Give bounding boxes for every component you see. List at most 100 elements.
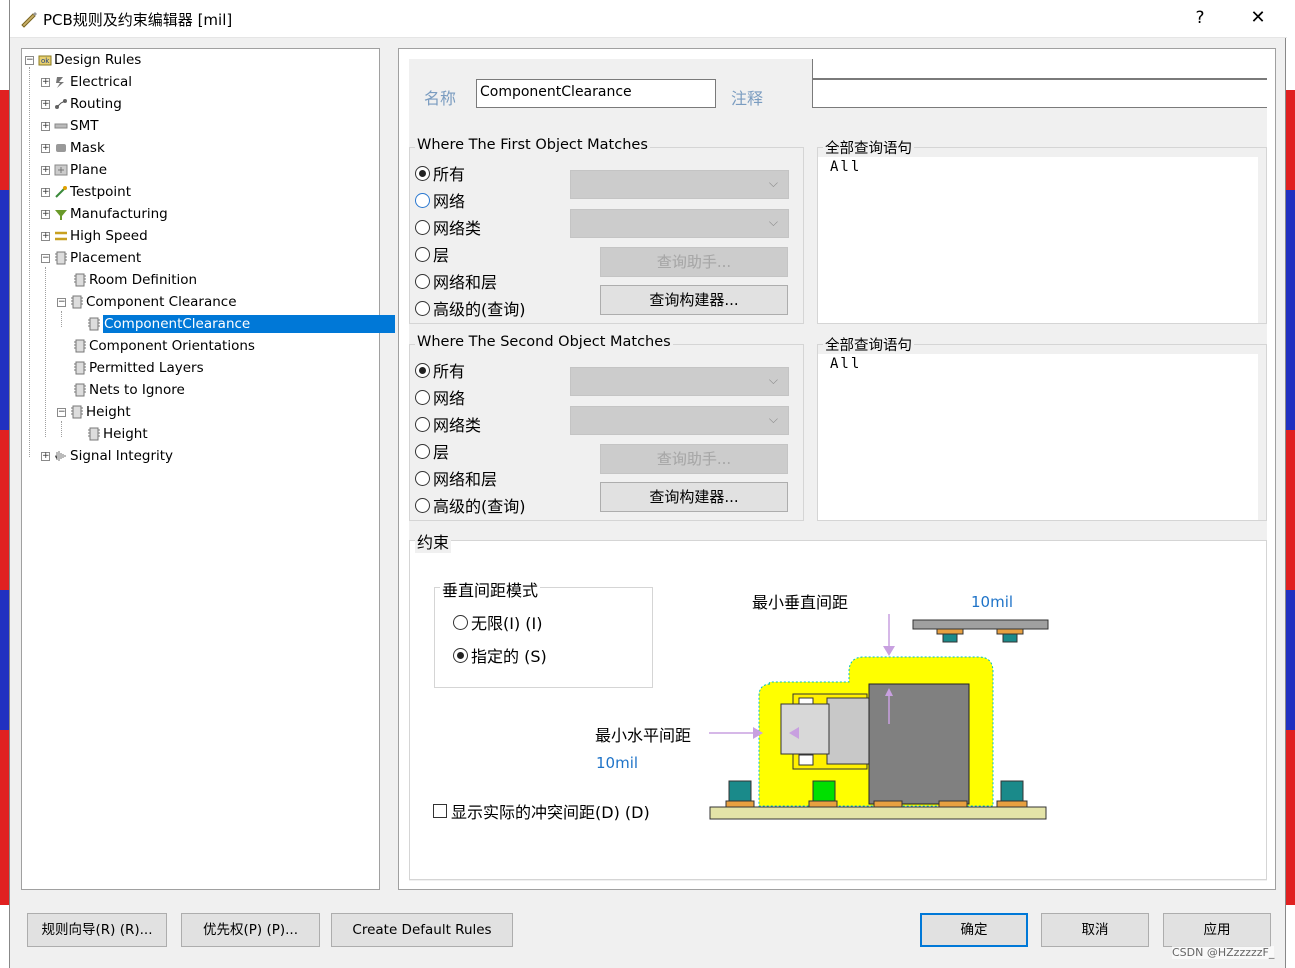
mask-icon (56, 144, 66, 152)
rule-detail-panel: 名称 ComponentClearance 注释 Where The First… (398, 48, 1276, 890)
constraints-title: 约束 (415, 529, 452, 553)
radio-circle (415, 497, 430, 513)
svg-text:ok: ok (41, 57, 50, 65)
chevron-down-icon: ⌵ (768, 373, 778, 387)
radio-circle (415, 416, 430, 432)
first-query-title: 全部查询语句 (823, 137, 914, 158)
radio-circle (453, 614, 468, 630)
tree-item-room-definition[interactable]: Room Definition (73, 270, 197, 290)
signal-integrity-icon (55, 451, 66, 461)
help-button[interactable]: ? (1190, 8, 1210, 28)
component-rule-icon (74, 339, 86, 353)
tree-item-signal-integrity[interactable]: + Signal Integrity (41, 446, 173, 466)
component-rule-icon (71, 405, 83, 419)
unique-id-field (812, 59, 1267, 79)
checkbox-box (433, 804, 447, 818)
comment-label: 注释 (731, 89, 764, 108)
tree-item-component-clearance[interactable]: − Component Clearance (57, 292, 237, 312)
rule-wizard-button[interactable]: 规则向导(R) (R)... (27, 913, 167, 947)
ok-button[interactable]: 确定 (920, 913, 1028, 947)
radio-circle (415, 470, 430, 486)
tree-item-plane[interactable]: + Plane (41, 160, 107, 180)
plane-icon (54, 164, 68, 176)
apply-button[interactable]: 应用 (1163, 913, 1271, 947)
min-horizontal-value[interactable]: 10mil (596, 754, 638, 772)
design-rules-icon: ok (38, 55, 52, 66)
first-radio-all[interactable]: 所有 (415, 162, 465, 184)
second-net-combo[interactable]: ⌵ (570, 367, 789, 396)
tree-item-mask[interactable]: + Mask (41, 138, 105, 158)
tree-item-smt[interactable]: + SMT (41, 116, 98, 136)
name-label: 名称 (424, 89, 457, 108)
rules-editor-dialog: PCB规则及约束编辑器 [mil] ? ✕ − ok Design Rules … (9, 0, 1287, 968)
first-query-text[interactable]: All (818, 157, 1258, 323)
component-rule-icon (74, 383, 86, 397)
tree-item-height[interactable]: − Height (57, 402, 131, 422)
watermark: CSDN @HZzzzzzF_ (1172, 946, 1275, 959)
clearance-diagram (709, 614, 1049, 820)
radio-circle (415, 219, 430, 235)
radio-circle (415, 246, 430, 262)
create-default-rules-button[interactable]: Create Default Rules (331, 913, 513, 947)
cancel-button[interactable]: 取消 (1041, 913, 1149, 947)
first-radio-net-and-layer[interactable]: 网络和层 (415, 270, 497, 292)
radio-circle (415, 273, 430, 289)
name-field[interactable]: ComponentClearance (476, 79, 716, 108)
mode-radio-infinite[interactable]: 无限(I) (I) (453, 611, 543, 633)
smt-icon (54, 123, 68, 129)
second-radio-net[interactable]: 网络 (415, 386, 465, 408)
tree-item-height-rule[interactable]: Height (87, 424, 148, 444)
testpoint-icon (55, 186, 67, 198)
first-netclass-combo[interactable]: ⌵ (570, 209, 789, 238)
tree-item-high-speed[interactable]: + High Speed (41, 226, 148, 246)
second-radio-net-and-layer[interactable]: 网络和层 (415, 467, 497, 489)
first-radio-layer[interactable]: 层 (415, 243, 449, 265)
first-radio-net[interactable]: 网络 (415, 189, 465, 211)
priorities-button[interactable]: 优先权(P) (P)... (181, 913, 320, 947)
rule-detail-inner: 名称 ComponentClearance 注释 Where The First… (409, 59, 1267, 881)
second-query-text[interactable]: All (818, 354, 1258, 520)
radio-circle (415, 300, 430, 316)
second-radio-netclass[interactable]: 网络类 (415, 413, 481, 435)
close-button[interactable]: ✕ (1246, 7, 1270, 28)
tree-item-electrical[interactable]: + Electrical (41, 72, 132, 92)
tree-item-nets-to-ignore[interactable]: Nets to Ignore (73, 380, 185, 400)
first-query-helper-button[interactable]: 查询助手... (600, 247, 788, 277)
placement-icon (55, 251, 67, 265)
routing-icon (55, 99, 67, 109)
component-rule-icon (88, 317, 100, 331)
second-netclass-combo[interactable]: ⌵ (570, 406, 789, 435)
second-radio-all[interactable]: 所有 (415, 359, 465, 381)
first-net-combo[interactable]: ⌵ (570, 170, 789, 199)
second-query-builder-button[interactable]: 查询构建器... (600, 482, 788, 512)
tree-item-permitted-layers[interactable]: Permitted Layers (73, 358, 204, 378)
component-rule-icon (71, 295, 83, 309)
show-actual-checkbox[interactable]: 显示实际的冲突间距(D) (D) (433, 800, 650, 822)
first-radio-advanced[interactable]: 高级的(查询) (415, 297, 526, 319)
high-speed-icon (55, 231, 67, 241)
min-vertical-label: 最小垂直间距 (752, 593, 849, 612)
tree-item-routing[interactable]: + Routing (41, 94, 122, 114)
chevron-down-icon: ⌵ (768, 215, 778, 229)
tree-item-component-orientations[interactable]: Component Orientations (73, 336, 255, 356)
second-query-helper-button[interactable]: 查询助手... (600, 444, 788, 474)
tree-item-testpoint[interactable]: + Testpoint (41, 182, 131, 202)
min-vertical-value[interactable]: 10mil (971, 593, 1013, 611)
background-window-right (1286, 0, 1295, 968)
second-query-title: 全部查询语句 (823, 334, 914, 355)
radio-circle (415, 165, 430, 181)
tree-root-label: Design Rules (54, 52, 142, 68)
first-radio-netclass[interactable]: 网络类 (415, 216, 481, 238)
tree-item-componentclearance-rule[interactable]: ComponentClearance (87, 314, 396, 334)
mode-radio-specified[interactable]: 指定的 (S) (453, 644, 547, 666)
tree-item-placement[interactable]: − Placement (41, 248, 141, 268)
tree-item-manufacturing[interactable]: + Manufacturing (41, 204, 168, 224)
vertical-mode-title: 垂直间距模式 (440, 577, 541, 601)
radio-circle (415, 443, 430, 459)
second-radio-layer[interactable]: 层 (415, 440, 449, 462)
comment-field[interactable] (812, 79, 1267, 108)
tree-root[interactable]: − ok Design Rules (25, 50, 141, 70)
electrical-icon (56, 77, 64, 88)
first-query-builder-button[interactable]: 查询构建器... (600, 285, 788, 315)
second-radio-advanced[interactable]: 高级的(查询) (415, 494, 526, 516)
